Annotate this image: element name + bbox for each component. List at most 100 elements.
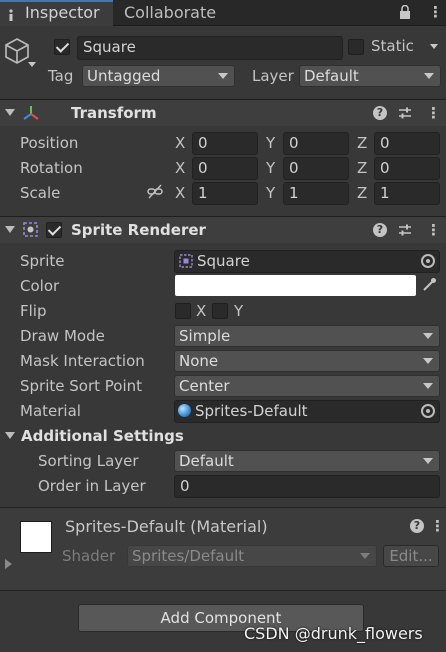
material-object-field[interactable]: Sprites-Default [174, 400, 440, 423]
mask-interaction-value: None [179, 352, 219, 370]
tab-inspector-label: Inspector [25, 3, 100, 22]
sprite-sort-point-label: Sprite Sort Point [20, 377, 143, 395]
shader-dropdown[interactable]: Sprites/Default [127, 545, 377, 567]
chevron-down-icon [423, 383, 433, 389]
position-z-field[interactable]: 0 [374, 132, 440, 155]
flip-label: Flip [20, 302, 47, 320]
layer-label: Layer [252, 67, 294, 85]
sprite-renderer-foldout-icon[interactable] [5, 226, 15, 233]
flip-x-checkbox[interactable] [175, 303, 191, 319]
flip-x-label: X [196, 302, 207, 320]
position-z-label: Z [357, 134, 368, 152]
mask-interaction-label: Mask Interaction [20, 352, 145, 370]
static-checkbox[interactable] [348, 39, 364, 55]
preset-icon[interactable] [398, 106, 412, 120]
scale-z-label: Z [357, 184, 368, 202]
additional-settings-foldout-icon[interactable] [5, 432, 15, 439]
gameobject-name-field[interactable]: Square [77, 36, 343, 60]
transform-foldout-icon[interactable] [5, 109, 15, 116]
layer-dropdown[interactable]: Default [299, 65, 441, 87]
active-checkbox[interactable] [54, 39, 70, 55]
sprite-renderer-enabled-checkbox[interactable] [46, 222, 62, 238]
flip-y-checkbox[interactable] [212, 303, 228, 319]
help-icon[interactable]: ? [410, 519, 424, 533]
object-picker-icon[interactable] [421, 404, 435, 418]
sprite-renderer-icon [22, 221, 40, 239]
static-label: Static [371, 37, 414, 55]
link-icon[interactable] [147, 184, 163, 200]
help-icon[interactable]: ? [373, 223, 387, 237]
section-divider [0, 590, 446, 591]
sorting-layer-dropdown[interactable]: Default [174, 450, 440, 472]
sorting-layer-value: Default [179, 452, 234, 470]
mask-interaction-dropdown[interactable]: None [174, 350, 440, 372]
sprite-sort-point-value: Center [179, 377, 230, 395]
scale-y-label: Y [266, 184, 276, 202]
material-menu-icon[interactable]: ⋮ [430, 517, 445, 535]
tag-label: Tag [48, 67, 74, 85]
scale-x-label: X [175, 184, 186, 202]
chevron-down-icon [423, 358, 433, 364]
material-title: Sprites-Default (Material) [65, 517, 268, 536]
sprite-renderer-title: Sprite Renderer [71, 221, 206, 239]
component-menu-icon[interactable]: ⋮ [426, 104, 441, 122]
shader-value: Sprites/Default [132, 547, 245, 565]
shader-label: Shader [62, 547, 116, 565]
transform-icon [22, 104, 40, 122]
tag-dropdown[interactable]: Untagged [82, 65, 235, 87]
shader-edit-button[interactable]: Edit... [383, 545, 439, 567]
position-x-field[interactable]: 0 [192, 132, 258, 155]
transform-title: Transform [71, 104, 157, 122]
eyedropper-icon[interactable] [422, 277, 437, 292]
rotation-z-field[interactable]: 0 [374, 157, 440, 180]
scale-y-field[interactable]: 1 [283, 182, 349, 205]
scale-z-field[interactable]: 1 [374, 182, 440, 205]
draw-mode-dropdown[interactable]: Simple [174, 325, 440, 347]
material-value: Sprites-Default [195, 402, 308, 420]
sprite-value: Square [197, 252, 250, 270]
chevron-down-icon [423, 333, 433, 339]
draw-mode-value: Simple [179, 327, 231, 345]
position-x-label: X [175, 134, 186, 152]
info-icon [6, 7, 16, 21]
draw-mode-label: Draw Mode [20, 327, 105, 345]
color-label: Color [20, 277, 60, 295]
rotation-y-label: Y [266, 159, 276, 177]
sprite-label: Sprite [20, 252, 65, 270]
position-y-label: Y [266, 134, 276, 152]
color-swatch[interactable] [175, 275, 416, 296]
rotation-x-field[interactable]: 0 [192, 157, 258, 180]
layer-value: Default [304, 67, 359, 85]
scale-label: Scale [20, 184, 61, 202]
chevron-down-icon [424, 73, 434, 79]
rotation-z-label: Z [357, 159, 368, 177]
sprite-sort-point-dropdown[interactable]: Center [174, 375, 440, 397]
chevron-down-icon [218, 73, 228, 79]
position-y-field[interactable]: 0 [283, 132, 349, 155]
material-label: Material [20, 402, 81, 420]
scale-x-field[interactable]: 1 [192, 182, 258, 205]
tag-value: Untagged [87, 67, 161, 85]
sprite-object-field[interactable]: Square [174, 250, 440, 273]
material-preview [20, 521, 52, 553]
lock-icon[interactable] [399, 4, 411, 19]
icon-dropdown-arrow[interactable] [28, 62, 36, 67]
tab-collaborate[interactable]: Collaborate [124, 3, 216, 22]
rotation-y-field[interactable]: 0 [283, 157, 349, 180]
order-in-layer-field[interactable]: 0 [174, 475, 440, 498]
position-label: Position [20, 134, 79, 152]
help-icon[interactable]: ? [373, 106, 387, 120]
additional-settings-label[interactable]: Additional Settings [21, 427, 184, 445]
static-dropdown-arrow[interactable] [430, 44, 438, 49]
rotation-x-label: X [175, 159, 186, 177]
material-sphere-icon [178, 404, 191, 417]
flip-y-label: Y [234, 302, 244, 320]
chevron-down-icon [423, 458, 433, 464]
sprite-asset-icon [179, 254, 193, 268]
watermark-text: CSDN @drunk_flowers [244, 624, 423, 643]
window-menu-icon[interactable]: ⋮ [428, 3, 443, 21]
component-menu-icon[interactable]: ⋮ [426, 221, 441, 239]
object-picker-icon[interactable] [421, 254, 435, 268]
material-foldout-icon[interactable] [5, 559, 12, 569]
preset-icon[interactable] [398, 223, 412, 237]
